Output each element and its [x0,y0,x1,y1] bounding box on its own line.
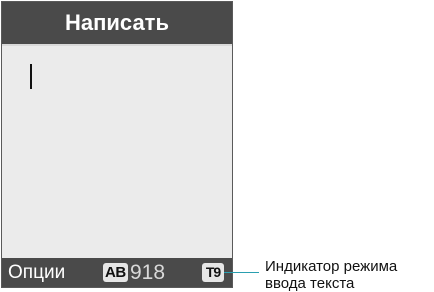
callout-pointer-line [224,272,259,273]
screen-title: Написать [2,2,232,44]
options-softkey[interactable]: Опции [8,258,65,287]
softkey-bar: Опции AB 918 T9 [2,258,232,287]
character-counter: 918 [130,261,166,284]
text-cursor [30,64,32,89]
callout-label-line-2: ввода текста [265,275,355,292]
callout-label-line-1: Индикатор режима [265,258,398,275]
t9-mode-icon: T9 [202,263,224,282]
message-text-area[interactable] [2,46,232,258]
phone-screen: Написать Опции AB 918 T9 [1,1,233,288]
callout-label: Индикатор режима ввода текста [265,258,433,292]
input-mode-icon: AB [103,263,128,282]
